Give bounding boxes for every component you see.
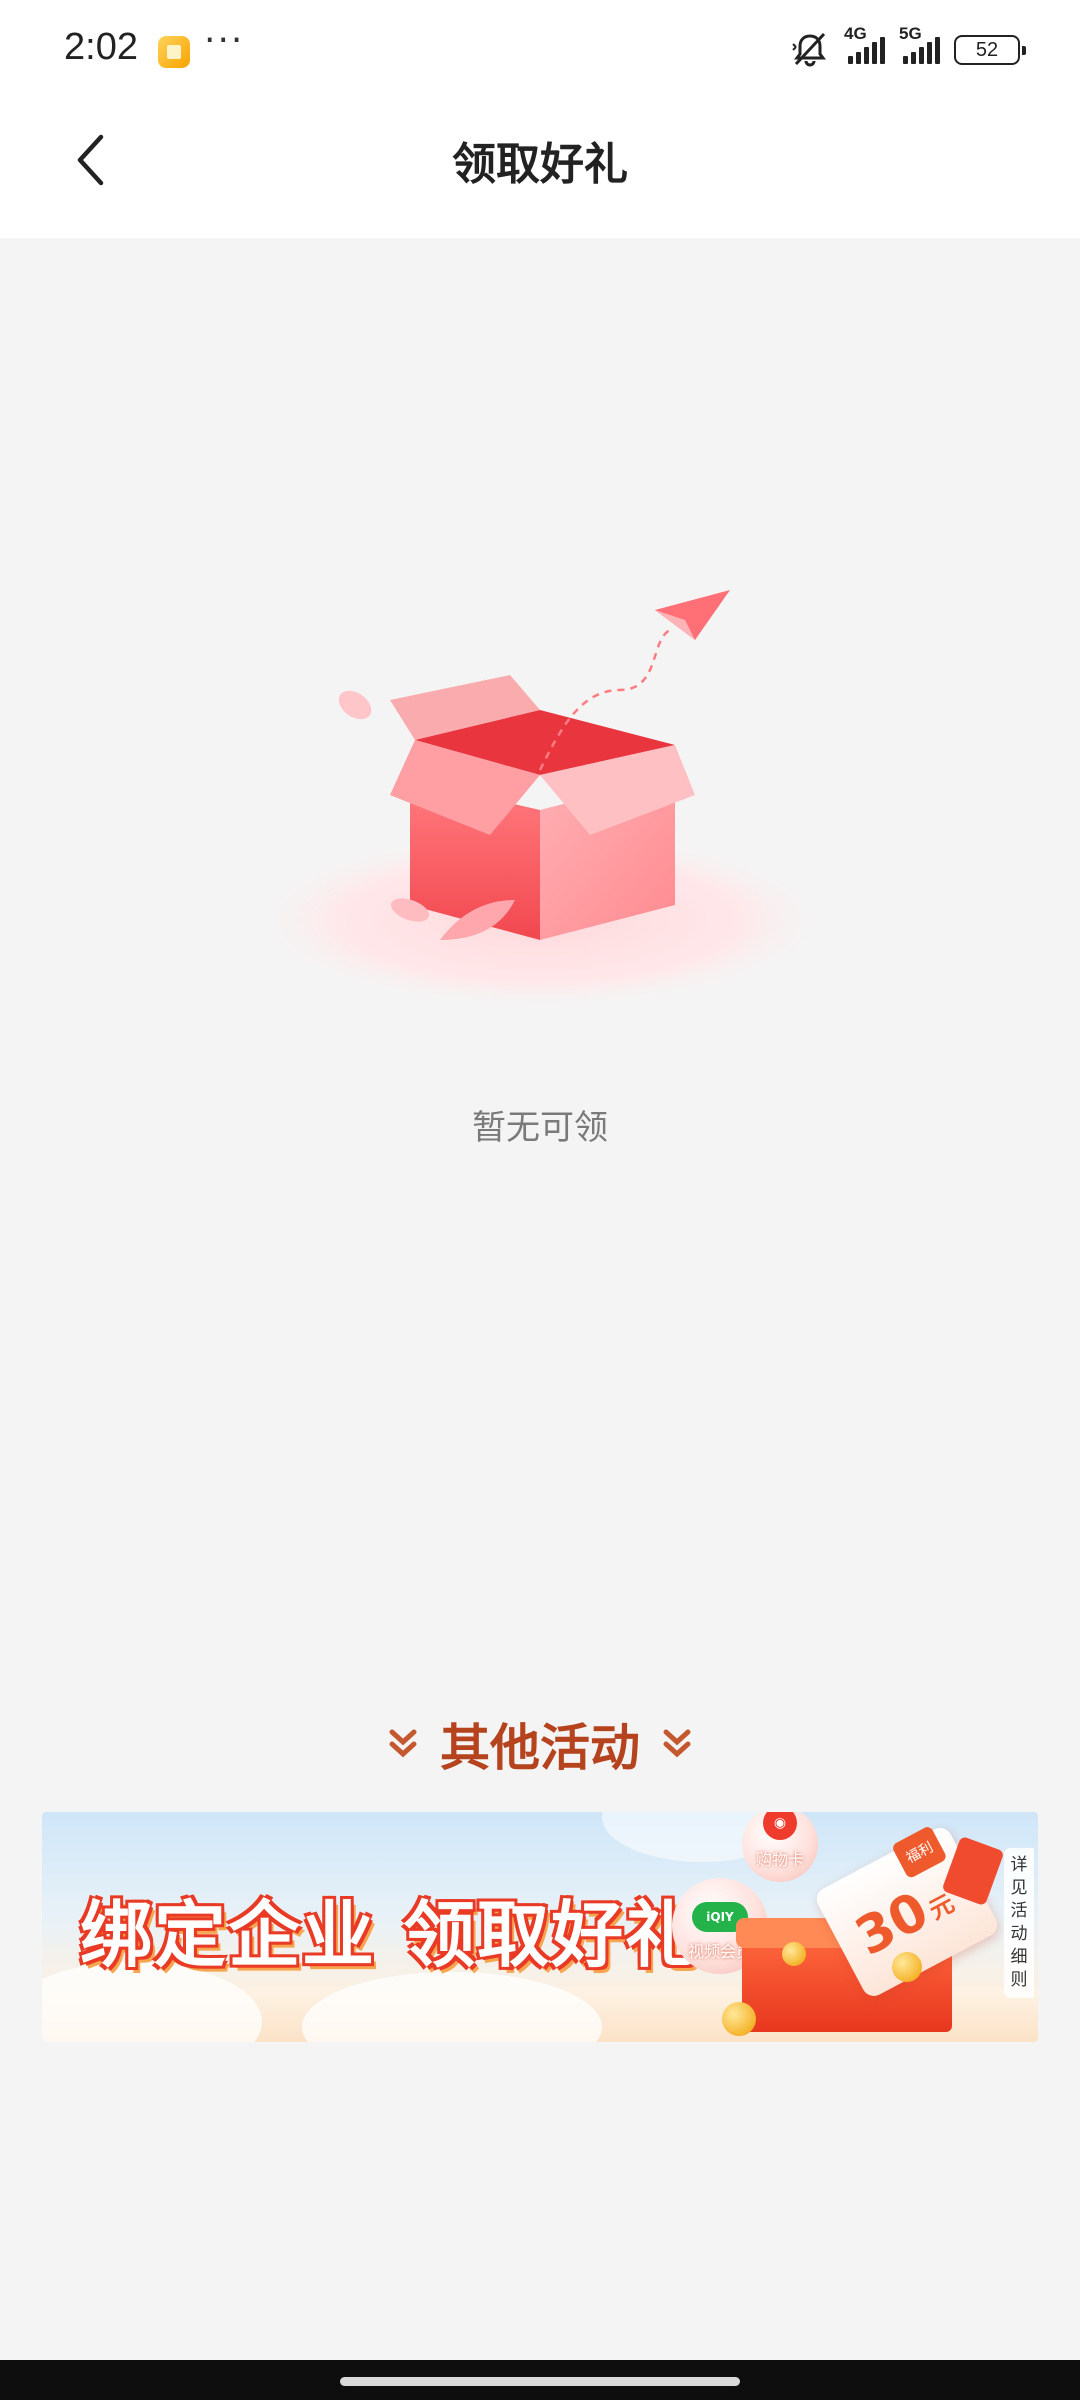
status-icons: 4G 5G 52 — [790, 24, 1026, 70]
navigation-bar: 领取好礼 — [0, 100, 1080, 238]
network-4g-label: 4G — [844, 24, 867, 43]
cloud-decoration — [302, 1972, 602, 2042]
other-activities-header: 其他活动 — [0, 1708, 1080, 1780]
coin-icon — [782, 1942, 806, 1966]
shopping-card-label: 购物卡 — [755, 1850, 804, 1869]
mute-bell-icon — [792, 32, 826, 67]
more-notifications-icon: ··· — [204, 20, 245, 61]
signal-5g-icon: 5G — [899, 24, 940, 64]
status-time: 2:02 — [64, 26, 138, 68]
banner-headline: 绑定企业 领取好礼 — [80, 1893, 700, 1977]
rules-char: 动 — [1010, 1924, 1028, 1944]
battery-level: 52 — [975, 38, 999, 61]
activity-rules-link[interactable]: 详 见 活 动 细 则 — [1004, 1848, 1034, 1998]
empty-gift-box-illustration — [250, 590, 830, 1010]
rules-char: 则 — [1010, 1970, 1028, 1990]
rules-char: 详 — [1010, 1855, 1028, 1875]
empty-state-message: 暂无可领 — [472, 1108, 608, 1148]
home-indicator[interactable] — [340, 2377, 740, 2386]
status-bar: 2:02 ··· 4G 5G 52 — [0, 0, 1080, 100]
network-5g-label: 5G — [899, 24, 922, 43]
battery-icon: 52 — [954, 35, 1026, 65]
shopping-card-bubble: ◉ 购物卡 — [742, 1812, 818, 1882]
double-chevron-down-icon — [663, 1729, 691, 1758]
double-chevron-down-icon — [389, 1729, 417, 1758]
other-activities-title: 其他活动 — [440, 1719, 640, 1777]
shopping-card-icon: ◉ — [763, 1812, 797, 1840]
bind-company-promo-banner[interactable]: 绑定企业 领取好礼 ◉ 购物卡 iQIY 视频会员 福利 30 元 详 见 活 … — [42, 1812, 1038, 2042]
rules-char: 细 — [1010, 1947, 1028, 1967]
rules-char: 见 — [1010, 1878, 1028, 1898]
voucher-tag: 福利 — [891, 1825, 948, 1880]
signal-4g-icon: 4G — [844, 24, 885, 64]
page-title: 领取好礼 — [452, 139, 628, 190]
app-notification-icon — [158, 36, 190, 68]
rules-char: 活 — [1010, 1901, 1028, 1921]
system-navigation-bar — [0, 2360, 1080, 2400]
coin-icon — [722, 2002, 756, 2036]
coin-icon — [892, 1952, 922, 1982]
